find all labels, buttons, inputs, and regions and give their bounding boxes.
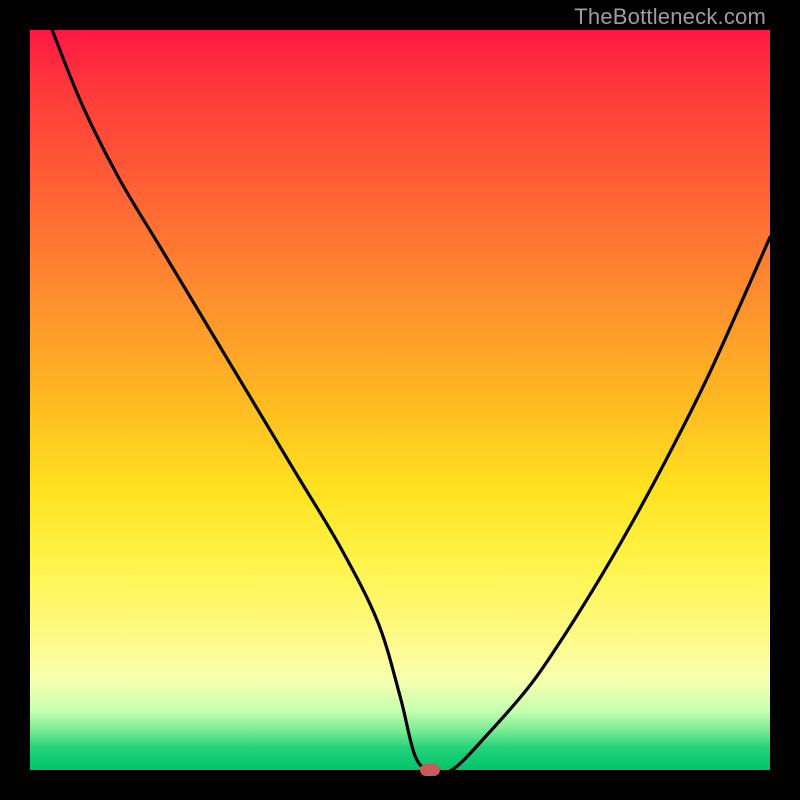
minimum-marker: [420, 764, 440, 776]
watermark-text: TheBottleneck.com: [574, 4, 766, 30]
chart-frame: TheBottleneck.com: [0, 0, 800, 800]
bottleneck-curve: [30, 30, 770, 770]
plot-area: [30, 30, 770, 770]
